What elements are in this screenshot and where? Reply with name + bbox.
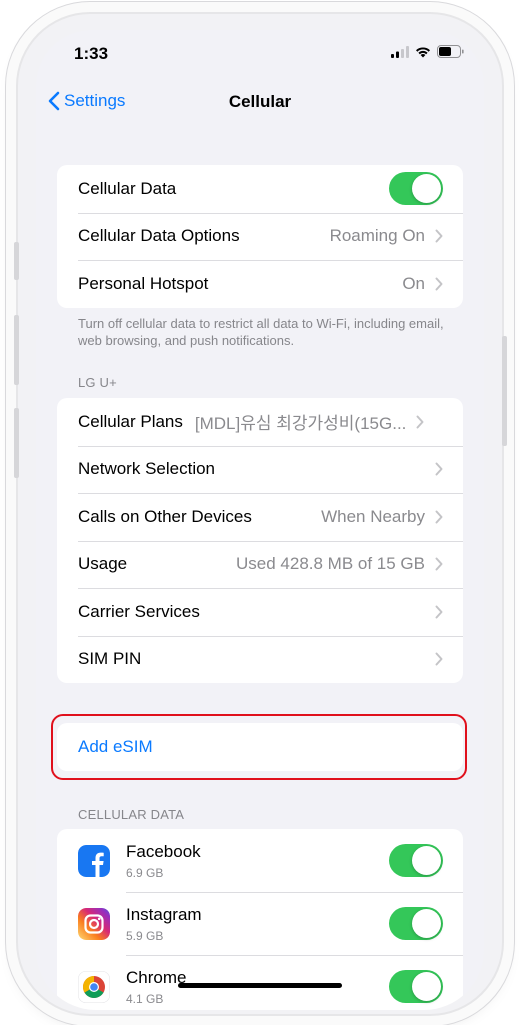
row-value: On — [402, 273, 425, 293]
status-time: 1:33 — [74, 44, 109, 63]
row-value: Roaming On — [329, 226, 425, 246]
cellular-signal-icon — [391, 45, 409, 58]
mute-switch — [14, 242, 19, 280]
row-label: Calls on Other Devices — [78, 506, 252, 526]
app-text: Instagram 5.9 GB — [126, 905, 202, 943]
chevron-right-icon — [435, 605, 443, 619]
row-label: Usage — [78, 554, 128, 574]
calls-on-other-devices-row[interactable]: Calls on Other Devices When Nearby — [57, 493, 463, 541]
facebook-data-toggle[interactable] — [389, 844, 443, 877]
chevron-right-icon — [435, 557, 443, 571]
app-size: 4.1 GB — [126, 991, 164, 1006]
chevron-right-icon — [435, 229, 443, 243]
power-button — [502, 336, 507, 446]
chrome-icon — [78, 970, 110, 1003]
cellular-data-row[interactable]: Cellular Data — [57, 165, 463, 213]
row-value: Used 428.8 MB of 15 GB — [236, 554, 425, 574]
row-value: [MDL]유심 최강가성비(15G... — [194, 414, 407, 434]
row-label: Network Selection — [78, 459, 216, 479]
row-label: Cellular Plans — [78, 411, 183, 431]
app-row-instagram[interactable]: Instagram 5.9 GB — [57, 892, 463, 955]
screen: 1:33 Settings Cellular Cellular Data Cel… — [36, 30, 484, 1010]
cellular-data-group: Cellular Data Cellular Data Options Roam… — [57, 165, 463, 308]
status-bar: 1:33 — [36, 30, 484, 78]
chrome-data-toggle[interactable] — [389, 970, 443, 1003]
row-label: Carrier Services — [78, 601, 200, 621]
chevron-right-icon — [435, 277, 443, 291]
app-text: Facebook 6.9 GB — [126, 842, 201, 880]
app-row-facebook[interactable]: Facebook 6.9 GB — [57, 829, 463, 892]
highlight-box — [51, 714, 467, 780]
cellular-data-options-row[interactable]: Cellular Data Options Roaming On — [57, 212, 463, 261]
app-name: Facebook — [126, 841, 201, 861]
battery-icon — [437, 45, 464, 58]
app-size: 6.9 GB — [126, 865, 164, 880]
carrier-header: LG U+ — [78, 375, 117, 390]
network-selection-row[interactable]: Network Selection — [57, 445, 463, 494]
carrier-group: Cellular Plans [MDL]유심 최강가성비(15G... Netw… — [57, 398, 463, 683]
carrier-services-row[interactable]: Carrier Services — [57, 588, 463, 636]
facebook-icon — [78, 844, 110, 877]
row-label: SIM PIN — [78, 649, 142, 669]
page-title: Cellular — [228, 92, 292, 111]
instagram-icon — [78, 907, 110, 940]
cellular-data-header: CELLULAR DATA — [78, 807, 185, 822]
app-name: Instagram — [126, 904, 202, 924]
app-size: 5.9 GB — [126, 928, 164, 943]
row-label: Personal Hotspot — [78, 273, 209, 293]
status-icons — [391, 45, 464, 58]
instagram-data-toggle[interactable] — [389, 907, 443, 940]
chevron-right-icon — [435, 510, 443, 524]
cellular-data-toggle[interactable] — [389, 172, 443, 206]
usage-row[interactable]: Usage Used 428.8 MB of 15 GB — [57, 540, 463, 589]
personal-hotspot-row[interactable]: Personal Hotspot On — [57, 260, 463, 308]
cellular-data-footer: Turn off cellular data to restrict all d… — [78, 316, 444, 348]
home-indicator[interactable] — [178, 983, 342, 988]
wifi-icon — [416, 46, 430, 57]
chevron-right-icon — [435, 462, 443, 476]
navigation-bar: Settings Cellular — [36, 85, 484, 125]
volume-up-button — [14, 315, 19, 385]
cellular-plans-row[interactable]: Cellular Plans [MDL]유심 최강가성비(15G... — [57, 398, 463, 446]
row-label: Cellular Data Options — [78, 226, 240, 246]
row-label: Cellular Data — [78, 178, 177, 198]
sim-pin-row[interactable]: SIM PIN — [57, 635, 463, 684]
row-value: When Nearby — [321, 506, 425, 526]
chevron-right-icon — [435, 652, 443, 666]
volume-down-button — [14, 408, 19, 478]
chevron-right-icon — [416, 415, 424, 429]
